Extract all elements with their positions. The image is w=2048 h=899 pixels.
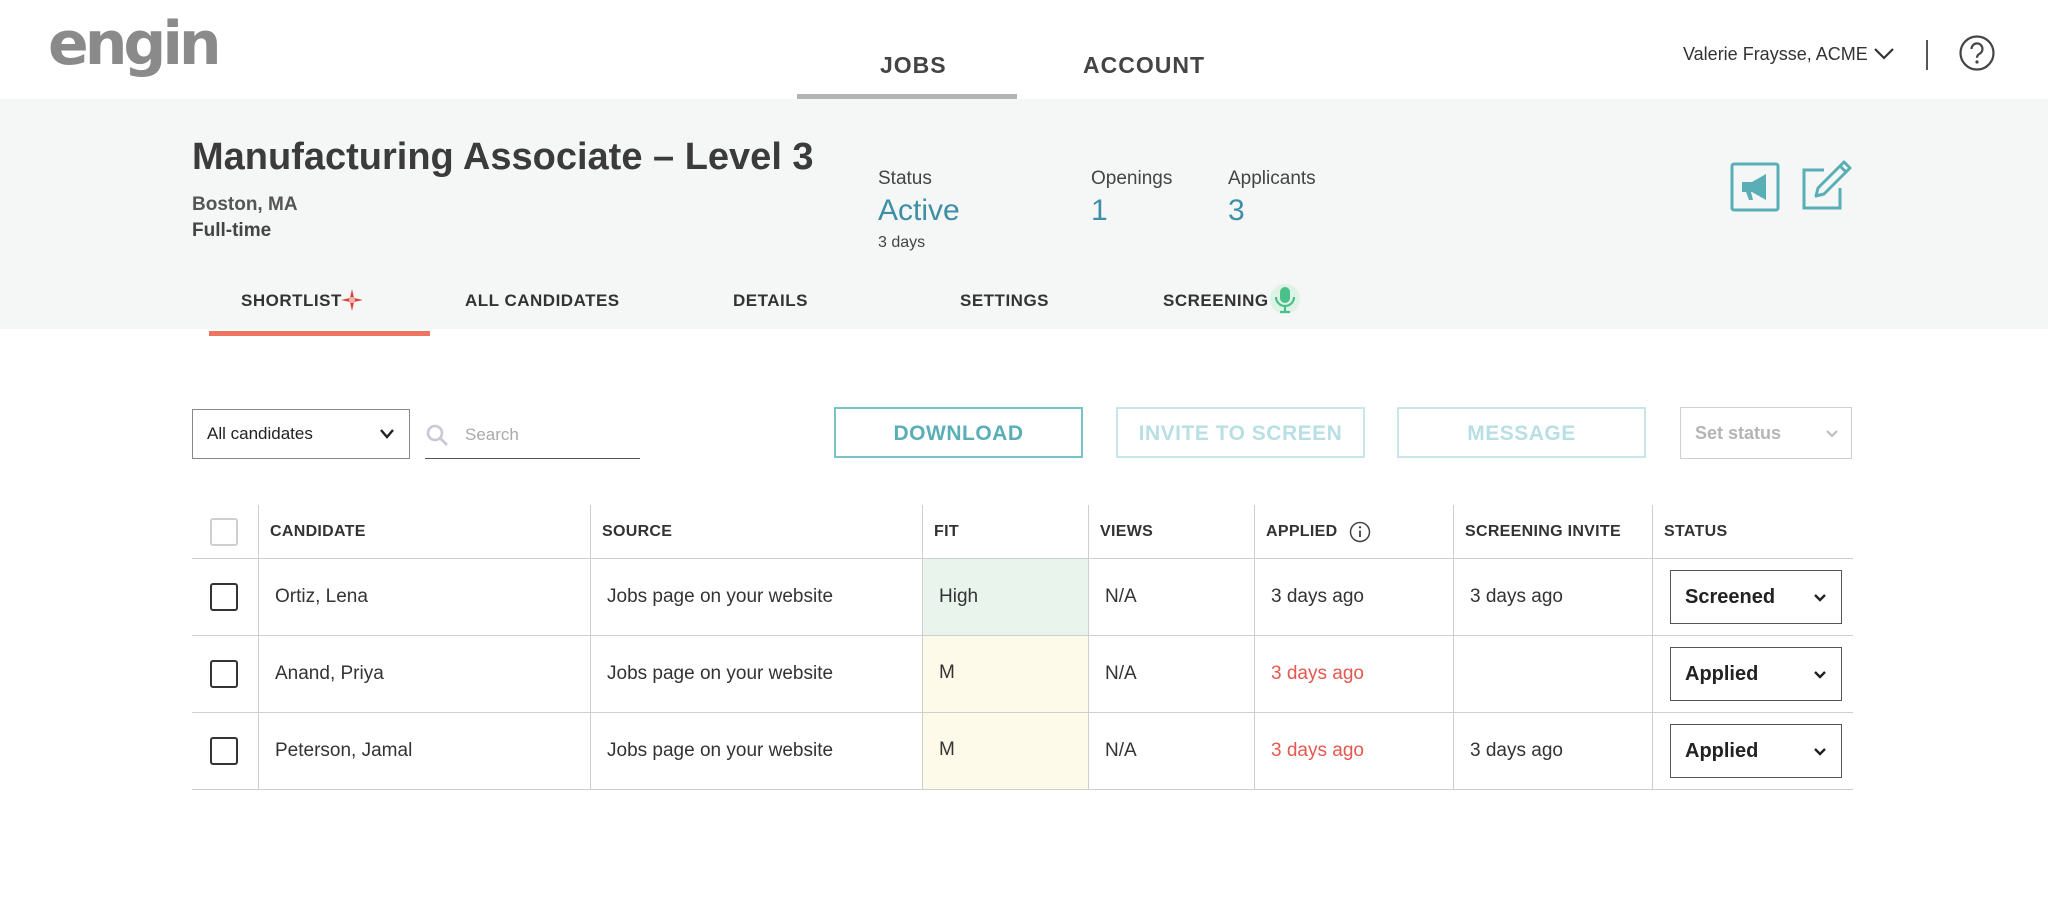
table-row[interactable]: Peterson, Jamal Jobs page on your websit… (192, 713, 1853, 790)
openings-label: Openings (1091, 168, 1173, 189)
candidates-table: CANDIDATE SOURCE FIT VIEWS APPLIED SCREE… (192, 505, 1853, 790)
sparkle-icon (341, 289, 363, 311)
status-select[interactable]: Applied (1670, 647, 1842, 701)
column-header-candidate[interactable]: CANDIDATE (270, 505, 366, 558)
row-checkbox[interactable] (210, 660, 238, 688)
tab-active-underline (209, 331, 430, 336)
candidate-views: N/A (1105, 586, 1137, 607)
download-button[interactable]: DOWNLOAD (834, 407, 1083, 458)
candidate-filter-select[interactable]: All candidates (192, 409, 410, 459)
status-selected-value: Applied (1685, 740, 1759, 762)
top-navigation: engin JOBS ACCOUNT Valerie Fraysse, ACME (0, 0, 2048, 99)
candidate-fit: M (923, 636, 1088, 712)
row-checkbox[interactable] (210, 737, 238, 765)
chevron-down-icon (1814, 671, 1826, 679)
column-header-status[interactable]: STATUS (1664, 505, 1727, 558)
status-age: 3 days (878, 234, 926, 251)
candidate-applied: 3 days ago (1271, 586, 1364, 607)
set-status-select[interactable]: Set status (1680, 407, 1852, 459)
column-header-views[interactable]: VIEWS (1100, 505, 1153, 558)
help-icon[interactable] (1958, 34, 1996, 72)
tab-all-candidates[interactable]: ALL CANDIDATES (465, 291, 620, 311)
chevron-down-icon[interactable] (1873, 46, 1895, 62)
candidate-name[interactable]: Anand, Priya (275, 636, 384, 712)
job-type: Full-time (192, 220, 272, 241)
row-checkbox[interactable] (210, 583, 238, 611)
candidate-applied: 3 days ago (1271, 663, 1364, 684)
candidate-views: N/A (1105, 663, 1137, 684)
info-icon[interactable] (1349, 521, 1371, 543)
status-selected-value: Screened (1685, 586, 1776, 608)
search-icon (426, 424, 448, 446)
logo[interactable]: engin (48, 14, 222, 74)
status-label: Status (878, 168, 932, 189)
candidate-applied: 3 days ago (1271, 740, 1364, 761)
tab-settings[interactable]: SETTINGS (960, 291, 1049, 311)
candidate-views: N/A (1105, 740, 1137, 761)
job-location: Boston, MA (192, 194, 298, 215)
edit-icon[interactable] (1800, 158, 1854, 212)
table-row[interactable]: Ortiz, Lena Jobs page on your website Hi… (192, 559, 1853, 636)
applicants-value: 3 (1228, 194, 1245, 227)
column-header-applied[interactable]: APPLIED (1266, 505, 1371, 558)
select-all-checkbox[interactable] (210, 517, 238, 546)
status-selected-value: Applied (1685, 663, 1759, 685)
candidate-source: Jobs page on your website (607, 740, 834, 761)
nav-tab-jobs[interactable]: JOBS (880, 52, 947, 79)
invite-to-screen-button[interactable]: INVITE TO SCREEN (1116, 407, 1365, 458)
tab-details[interactable]: DETAILS (733, 291, 808, 311)
candidate-name[interactable]: Ortiz, Lena (275, 559, 368, 635)
set-status-label: Set status (1695, 423, 1782, 443)
megaphone-icon[interactable] (1730, 162, 1780, 212)
tab-shortlist[interactable]: SHORTLIST (241, 291, 342, 311)
column-header-fit[interactable]: FIT (934, 505, 959, 558)
column-header-source[interactable]: SOURCE (602, 505, 672, 558)
candidate-source: Jobs page on your website (607, 663, 834, 684)
chevron-down-icon (380, 429, 394, 439)
table-header-row: CANDIDATE SOURCE FIT VIEWS APPLIED SCREE… (192, 505, 1853, 559)
status-select[interactable]: Screened (1670, 570, 1842, 624)
search-box (425, 409, 640, 459)
table-row[interactable]: Anand, Priya Jobs page on your website M… (192, 636, 1853, 713)
chevron-down-icon (1814, 594, 1826, 602)
message-button[interactable]: MESSAGE (1397, 407, 1646, 458)
candidate-screening-invite: 3 days ago (1470, 740, 1563, 761)
candidate-name[interactable]: Peterson, Jamal (275, 713, 412, 789)
applicants-label: Applicants (1228, 168, 1316, 189)
applied-header-label: APPLIED (1266, 522, 1338, 540)
candidate-fit: High (923, 559, 1088, 635)
candidate-fit: M (923, 713, 1088, 789)
status-value: Active (878, 194, 960, 227)
candidate-source: Jobs page on your website (607, 586, 834, 607)
chevron-down-icon (1826, 430, 1838, 438)
column-header-screening-invite[interactable]: SCREENING INVITE (1465, 505, 1621, 558)
job-title: Manufacturing Associate – Level 3 (192, 136, 814, 178)
tab-screening[interactable]: SCREENING (1163, 291, 1269, 311)
chevron-down-icon (1814, 748, 1826, 756)
openings-value: 1 (1091, 194, 1108, 227)
header-divider (1926, 40, 1928, 70)
candidate-screening-invite: 3 days ago (1470, 586, 1563, 607)
filter-selected-value: All candidates (207, 424, 313, 443)
status-select[interactable]: Applied (1670, 724, 1842, 778)
select-all-cell (210, 505, 238, 558)
search-input[interactable] (465, 422, 635, 448)
microphone-icon (1270, 284, 1300, 314)
user-menu-name[interactable]: Valerie Fraysse, ACME (1683, 44, 1868, 65)
nav-tab-account[interactable]: ACCOUNT (1083, 52, 1205, 79)
